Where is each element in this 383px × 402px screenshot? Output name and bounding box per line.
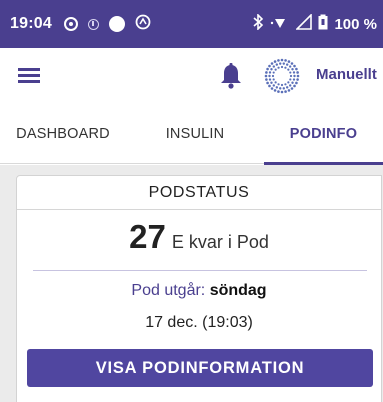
divider <box>33 270 367 271</box>
app-header: Manuellt <box>0 48 383 104</box>
view-pod-info-button[interactable]: VISA PODINFORMATION <box>27 349 373 387</box>
units-label: E kvar i Pod <box>171 232 269 252</box>
hamburger-menu-icon[interactable] <box>18 66 40 84</box>
card-title: PODSTATUS <box>17 176 381 210</box>
tab-bar: DASHBOARD INSULIN PODINFO <box>0 104 383 165</box>
pod-status-card: PODSTATUS 27 E kvar i Pod Pod utgår: sön… <box>16 175 382 402</box>
bluetooth-icon <box>253 13 264 34</box>
pod-expiry: Pod utgår: söndag <box>17 282 381 300</box>
tab-dashboard[interactable]: DASHBOARD <box>8 104 118 164</box>
expiry-key: Pod utgår: <box>131 282 206 299</box>
wifi-icon <box>270 14 290 34</box>
content-area: PODSTATUS 27 E kvar i Pod Pod utgår: sön… <box>0 165 383 402</box>
signal-icon <box>295 13 313 34</box>
status-icons-right: 100 % <box>253 13 377 34</box>
bell-icon[interactable] <box>218 62 244 90</box>
status-bar: 19:04 100 % <box>0 0 383 48</box>
nfc-icon <box>135 14 151 35</box>
expiry-day: söndag <box>209 282 267 299</box>
units-value: 27 <box>129 218 166 255</box>
units-remaining: 27 E kvar i Pod <box>17 218 381 266</box>
circle-icon <box>108 16 125 32</box>
expiry-date: 17 dec. (19:03) <box>145 314 253 331</box>
sync-ring-icon <box>63 17 78 31</box>
automode-sun-icon[interactable] <box>264 58 300 94</box>
status-time: 19:04 <box>10 15 52 32</box>
tab-podinfo[interactable]: PODINFO <box>264 104 383 165</box>
mode-label[interactable]: Manuellt <box>316 66 377 83</box>
status-icons-left <box>63 14 151 35</box>
tab-insulin[interactable]: INSULIN <box>145 104 245 164</box>
data-saver-icon <box>87 18 99 30</box>
battery-icon <box>318 14 328 34</box>
battery-percent: 100 % <box>334 15 377 33</box>
